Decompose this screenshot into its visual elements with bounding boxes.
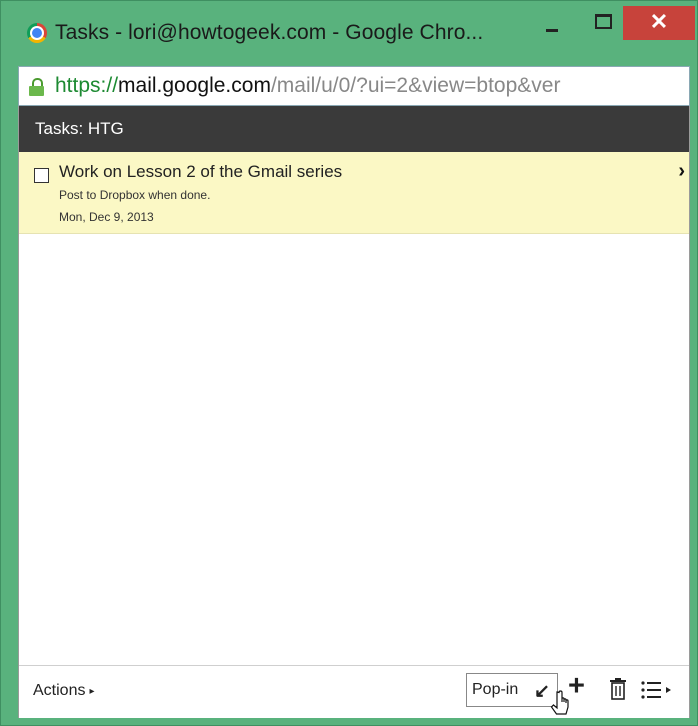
url-text[interactable]: https://mail.google.com/mail/u/0/?ui=2&v… [55,74,560,98]
tasks-list-title: Tasks: HTG [35,119,124,138]
actions-menu-button[interactable]: Actions ▸ [33,682,95,700]
url-host: mail.google.com [118,74,271,97]
task-checkbox[interactable] [34,168,49,183]
tasks-panel: Tasks: HTG Work on Lesson 2 of the Gmail… [18,106,690,718]
task-title[interactable]: Work on Lesson 2 of the Gmail series [59,162,342,182]
url-path: /mail/u/0/?ui=2&view=btop&ver [270,74,561,97]
list-options-icon[interactable] [641,680,675,700]
pop-in-button[interactable]: Pop-in ↙ [466,673,558,707]
tasks-footer: Actions ▸ Pop-in ↙ + [19,665,689,718]
url-scheme: https:// [55,74,119,97]
tasks-header: Tasks: HTG [19,106,689,152]
add-task-button[interactable]: + [568,670,585,703]
pop-in-label: Pop-in [472,681,519,698]
close-button[interactable]: ✕ [623,6,695,40]
task-notes: Post to Dropbox when done. [59,188,211,202]
task-item[interactable]: Work on Lesson 2 of the Gmail series Pos… [19,152,689,234]
title-bar[interactable]: Tasks - lori@howtogeek.com - Google Chro… [1,1,697,65]
minimize-button[interactable] [531,6,575,40]
address-bar[interactable]: https://mail.google.com/mail/u/0/?ui=2&v… [18,66,690,106]
chrome-logo-icon [27,23,47,43]
browser-window: Tasks - lori@howtogeek.com - Google Chro… [0,0,698,726]
actions-label: Actions [33,682,86,699]
trash-icon[interactable] [609,678,627,700]
pop-in-arrow-icon: ↙ [534,681,550,702]
maximize-button[interactable] [581,6,625,40]
lock-icon [29,78,44,96]
triangle-right-icon: ▸ [89,686,95,697]
window-title: Tasks - lori@howtogeek.com - Google Chro… [55,21,484,44]
task-due-date: Mon, Dec 9, 2013 [59,210,154,224]
chevron-right-icon[interactable]: › [678,160,685,183]
